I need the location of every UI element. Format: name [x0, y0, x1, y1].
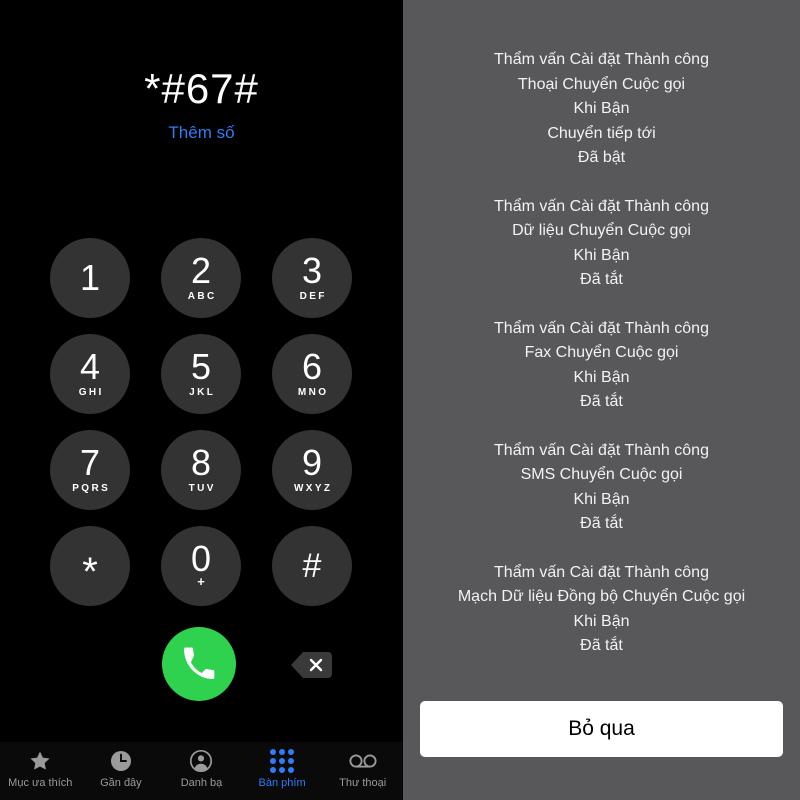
ussd-message-block: Thẩm vấn Cài đặt Thành công Fax Chuyển Cu… — [411, 317, 792, 415]
ussd-message-line: Thẩm vấn Cài đặt Thành công — [494, 563, 709, 581]
phone-handset-icon — [181, 646, 217, 682]
tab-keypad-grid[interactable]: Bàn phím — [242, 748, 323, 794]
ussd-message-line: Khi Bận — [573, 368, 630, 386]
voicemail-icon — [349, 748, 377, 774]
star-icon — [28, 748, 52, 774]
dialpad-key-letters: MNO — [297, 386, 329, 398]
ussd-message-line: Khi Bận — [573, 100, 630, 117]
tab-clock[interactable]: Gần đây — [81, 748, 162, 794]
dialpad-key-letters: PQRS — [72, 482, 111, 494]
dialpad-key-letters: JKL — [189, 386, 216, 398]
dialpad-key-letters: DEF — [299, 290, 327, 302]
ussd-message-line: SMS Chuyển Cuộc gọi — [520, 466, 683, 483]
dialer-action-row — [0, 627, 403, 701]
dialpad-key-digit: * — [82, 550, 98, 594]
ussd-message-line: Thẩm vấn Cài đặt Thành công — [494, 319, 709, 337]
ussd-message-line: Khi Bận — [573, 612, 630, 630]
dismiss-button[interactable]: Bỏ qua — [420, 701, 783, 757]
dialpad-key-3[interactable]: 3 DEF — [272, 238, 352, 318]
ussd-message-line: Dữ liệu Chuyển Cuộc gọi — [512, 222, 691, 239]
tab-label: Mục ưa thích — [8, 777, 73, 789]
ussd-message-line: Fax Chuyển Cuộc gọi — [524, 344, 679, 361]
ussd-message-block: Thẩm vấn Cài đặt Thành công Mạch Dữ liệu … — [411, 561, 792, 659]
dialpad-key-digit: 0 — [190, 538, 212, 579]
ussd-message-list: Thẩm vấn Cài đặt Thành công Thoại Chuyển … — [403, 48, 800, 659]
dialpad-grid: 1 2 ABC 3 DEF 4 GHI 5 JKL 6 MNO 7 PQRS 8 TUV 9 WXYZ * 0 + # — [50, 238, 353, 606]
ussd-message-line: Thẩm vấn Cài đặt Thành công — [494, 441, 709, 459]
dialpad-key-digit: 5 — [190, 345, 212, 387]
dialpad-key-digit: 1 — [79, 257, 101, 298]
dialpad-key-6[interactable]: 6 MNO — [272, 334, 352, 414]
dialpad-key-letters: + — [197, 574, 205, 589]
dialed-number-display: *#67# — [144, 65, 259, 112]
ussd-message-line: Đã tắt — [580, 515, 623, 532]
dialpad-key-star[interactable]: * — [50, 526, 130, 606]
call-button[interactable] — [161, 627, 236, 701]
dialpad-key-digit: 9 — [301, 441, 323, 483]
ussd-message-line: Khi Bận — [573, 490, 630, 508]
ussd-message-line: Chuyển tiếp tới — [547, 124, 656, 142]
dialpad-key-letters: TUV — [188, 482, 216, 494]
ussd-message-block: Thẩm vấn Cài đặt Thành công SMS Chuyển Cu… — [411, 439, 792, 537]
keypad-grid-icon — [270, 748, 295, 774]
dialpad-key-2[interactable]: 2 ABC — [161, 238, 241, 318]
ussd-message-line: Mạch Dữ liệu Đồng bộ Chuyển Cuộc gọi — [457, 588, 746, 605]
tab-label: Bàn phím — [258, 777, 306, 789]
tab-label: Thư thoại — [339, 777, 387, 789]
tab-label: Danh bạ — [180, 777, 223, 789]
dialpad-key-letters: GHI — [78, 386, 104, 398]
dialpad-key-digit: 8 — [190, 441, 212, 483]
tab-star[interactable]: Mục ưa thích — [0, 748, 81, 794]
dialpad-key-8[interactable]: 8 TUV — [161, 430, 241, 510]
ussd-message-line: Đã bật — [577, 149, 626, 166]
ussd-message-line: Thẩm vấn Cài đặt Thành công — [494, 51, 709, 68]
dialpad-key-7[interactable]: 7 PQRS — [50, 430, 130, 510]
ussd-message-block: Thẩm vấn Cài đặt Thành công Dữ liệu Chuyể… — [411, 195, 792, 293]
ussd-message-line: Đã tắt — [580, 393, 623, 410]
tab-person-circle[interactable]: Danh bạ — [161, 748, 242, 794]
dialpad-key-digit: 2 — [190, 249, 212, 291]
ussd-message-line: Đã tắt — [580, 271, 623, 288]
delete-backspace-button[interactable] — [289, 650, 333, 680]
ussd-message-line: Đã tắt — [580, 637, 623, 654]
number-display-area: *#67# Thêm số — [0, 66, 403, 143]
bottom-tab-bar: Mục ưa thích Gần đây Danh bạ Bàn phím Thư th… — [0, 742, 403, 800]
backspace-delete-icon — [290, 650, 332, 680]
phone-dialer-pane: *#67# Thêm số 1 2 ABC 3 DEF 4 GHI 5 JKL 6 MNO 7 PQRS… — [0, 0, 403, 800]
dialpad-key-letters: WXYZ — [293, 482, 333, 494]
split-screenshot: *#67# Thêm số 1 2 ABC 3 DEF 4 GHI 5 JKL 6 MNO 7 PQRS… — [0, 0, 800, 800]
dialpad-key-4[interactable]: 4 GHI — [50, 334, 130, 414]
dialpad-key-hash[interactable]: # — [272, 526, 352, 606]
ussd-message-block: Thẩm vấn Cài đặt Thành công Thoại Chuyển … — [411, 48, 792, 171]
dialpad-key-digit: # — [302, 547, 322, 585]
ussd-message-line: Thoại Chuyển Cuộc gọi — [517, 75, 686, 93]
dialpad-key-0[interactable]: 0 + — [161, 526, 241, 606]
dialpad-key-digit: 7 — [79, 441, 101, 483]
dialpad-key-9[interactable]: 9 WXYZ — [272, 430, 352, 510]
dialpad-key-5[interactable]: 5 JKL — [161, 334, 241, 414]
dialpad-key-digit: 3 — [301, 249, 323, 291]
ussd-message-line: Thẩm vấn Cài đặt Thành công — [494, 197, 709, 215]
tab-label: Gần đây — [100, 777, 142, 789]
ussd-message-line: Khi Bận — [573, 246, 630, 264]
tab-voicemail[interactable]: Thư thoại — [322, 748, 403, 794]
dialpad-key-1[interactable]: 1 — [50, 238, 130, 318]
dialpad-key-digit: 6 — [301, 345, 323, 387]
dialpad-key-digit: 4 — [79, 345, 101, 387]
add-number-link[interactable]: Thêm số — [168, 123, 234, 143]
keypad-grid-dots — [270, 749, 295, 773]
clock-icon — [109, 748, 133, 774]
dialpad-key-letters: ABC — [187, 290, 217, 302]
person-circle-icon — [189, 748, 213, 774]
ussd-result-dialog-pane: Thẩm vấn Cài đặt Thành công Thoại Chuyển … — [403, 0, 800, 800]
